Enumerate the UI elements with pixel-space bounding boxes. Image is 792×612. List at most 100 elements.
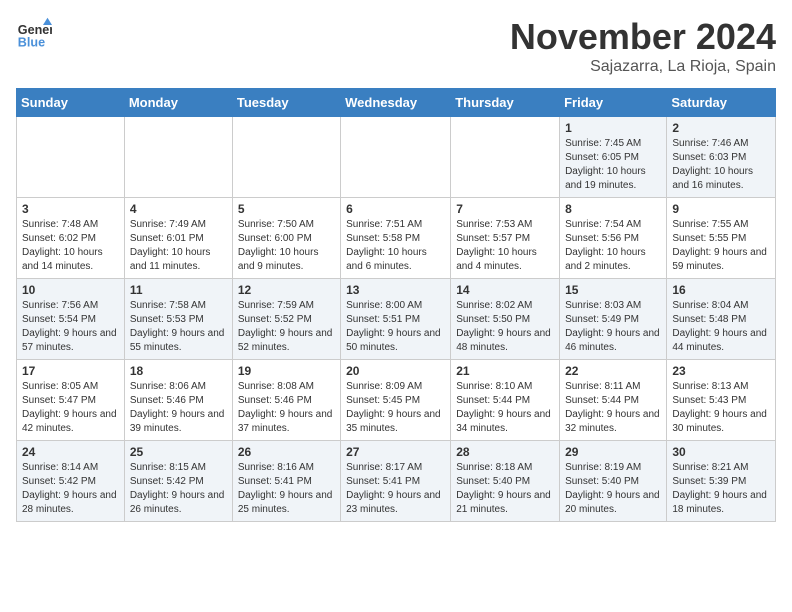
day-info: Sunrise: 8:11 AM Sunset: 5:44 PM Dayligh… — [565, 380, 661, 436]
day-info: Sunrise: 8:09 AM Sunset: 5:45 PM Dayligh… — [346, 380, 445, 436]
calendar-empty-cell — [341, 117, 451, 198]
day-number: 1 — [565, 121, 661, 135]
header: General Blue November 2024 Sajazarra, La… — [16, 16, 776, 76]
day-info: Sunrise: 8:16 AM Sunset: 5:41 PM Dayligh… — [238, 461, 335, 517]
location-title: Sajazarra, La Rioja, Spain — [510, 58, 776, 76]
day-number: 17 — [22, 364, 119, 378]
calendar-day-3: 3 Sunrise: 7:48 AM Sunset: 6:02 PM Daylig… — [17, 198, 125, 279]
day-info: Sunrise: 7:55 AM Sunset: 5:55 PM Dayligh… — [672, 218, 770, 274]
calendar-day-2: 2 Sunrise: 7:46 AM Sunset: 6:03 PM Daylig… — [667, 117, 776, 198]
day-info: Sunrise: 7:50 AM Sunset: 6:00 PM Dayligh… — [238, 218, 335, 274]
calendar-empty-cell — [17, 117, 125, 198]
day-number: 23 — [672, 364, 770, 378]
day-info: Sunrise: 7:49 AM Sunset: 6:01 PM Dayligh… — [130, 218, 227, 274]
calendar-day-11: 11 Sunrise: 7:58 AM Sunset: 5:53 PM Dayli… — [124, 279, 232, 360]
calendar-day-21: 21 Sunrise: 8:10 AM Sunset: 5:44 PM Dayli… — [451, 360, 560, 441]
day-number: 22 — [565, 364, 661, 378]
day-number: 26 — [238, 445, 335, 459]
day-number: 24 — [22, 445, 119, 459]
calendar-day-7: 7 Sunrise: 7:53 AM Sunset: 5:57 PM Daylig… — [451, 198, 560, 279]
day-info: Sunrise: 7:46 AM Sunset: 6:03 PM Dayligh… — [672, 137, 770, 193]
calendar-day-18: 18Sunrise: 8:06 AM Sunset: 5:46 PM Dayli… — [124, 360, 232, 441]
day-info: Sunrise: 8:06 AM Sunset: 5:46 PM Dayligh… — [130, 380, 227, 436]
day-info: Sunrise: 7:54 AM Sunset: 5:56 PM Dayligh… — [565, 218, 661, 274]
calendar-day-15: 15Sunrise: 8:03 AM Sunset: 5:49 PM Dayli… — [560, 279, 667, 360]
calendar-day-24: 24 Sunrise: 8:14 AM Sunset: 5:42 PM Dayli… — [17, 441, 125, 522]
calendar-header-tuesday: Tuesday — [232, 89, 340, 117]
calendar-week-row: 3 Sunrise: 7:48 AM Sunset: 6:02 PM Daylig… — [17, 198, 776, 279]
calendar-day-5: 5 Sunrise: 7:50 AM Sunset: 6:00 PM Daylig… — [232, 198, 340, 279]
day-number: 20 — [346, 364, 445, 378]
calendar-header-thursday: Thursday — [451, 89, 560, 117]
day-number: 6 — [346, 202, 445, 216]
calendar-header-monday: Monday — [124, 89, 232, 117]
calendar-table: SundayMondayTuesdayWednesdayThursdayFrid… — [16, 88, 776, 522]
day-number: 11 — [130, 283, 227, 297]
day-info: Sunrise: 7:56 AM Sunset: 5:54 PM Dayligh… — [22, 299, 119, 355]
logo-icon: General Blue — [16, 16, 52, 52]
day-info: Sunrise: 8:15 AM Sunset: 5:42 PM Dayligh… — [130, 461, 227, 517]
day-number: 30 — [672, 445, 770, 459]
calendar-day-17: 17 Sunrise: 8:05 AM Sunset: 5:47 PM Dayli… — [17, 360, 125, 441]
day-info: Sunrise: 8:21 AM Sunset: 5:39 PM Dayligh… — [672, 461, 770, 517]
day-number: 25 — [130, 445, 227, 459]
month-title: November 2024 — [510, 16, 776, 58]
calendar-day-13: 13 Sunrise: 8:00 AM Sunset: 5:51 PM Dayli… — [341, 279, 451, 360]
day-info: Sunrise: 7:45 AM Sunset: 6:05 PM Dayligh… — [565, 137, 661, 193]
day-info: Sunrise: 8:10 AM Sunset: 5:44 PM Dayligh… — [456, 380, 554, 436]
day-number: 3 — [22, 202, 119, 216]
day-number: 8 — [565, 202, 661, 216]
calendar-empty-cell — [451, 117, 560, 198]
calendar-day-28: 28Sunrise: 8:18 AM Sunset: 5:40 PM Dayli… — [451, 441, 560, 522]
day-number: 12 — [238, 283, 335, 297]
calendar-day-30: 30 Sunrise: 8:21 AM Sunset: 5:39 PM Dayli… — [667, 441, 776, 522]
calendar-header-row: SundayMondayTuesdayWednesdayThursdayFrid… — [17, 89, 776, 117]
day-number: 27 — [346, 445, 445, 459]
day-number: 5 — [238, 202, 335, 216]
calendar-header-wednesday: Wednesday — [341, 89, 451, 117]
day-info: Sunrise: 8:04 AM Sunset: 5:48 PM Dayligh… — [672, 299, 770, 355]
calendar-day-10: 10 Sunrise: 7:56 AM Sunset: 5:54 PM Dayli… — [17, 279, 125, 360]
calendar-day-6: 6 Sunrise: 7:51 AM Sunset: 5:58 PM Daylig… — [341, 198, 451, 279]
day-number: 2 — [672, 121, 770, 135]
day-info: Sunrise: 8:13 AM Sunset: 5:43 PM Dayligh… — [672, 380, 770, 436]
calendar-day-14: 14 Sunrise: 8:02 AM Sunset: 5:50 PM Dayli… — [451, 279, 560, 360]
calendar-day-22: 22 Sunrise: 8:11 AM Sunset: 5:44 PM Dayli… — [560, 360, 667, 441]
calendar-week-row: 24 Sunrise: 8:14 AM Sunset: 5:42 PM Dayli… — [17, 441, 776, 522]
day-number: 28 — [456, 445, 554, 459]
calendar-day-20: 20 Sunrise: 8:09 AM Sunset: 5:45 PM Dayli… — [341, 360, 451, 441]
calendar-day-9: 9Sunrise: 7:55 AM Sunset: 5:55 PM Daylig… — [667, 198, 776, 279]
day-info: Sunrise: 7:53 AM Sunset: 5:57 PM Dayligh… — [456, 218, 554, 274]
day-info: Sunrise: 8:19 AM Sunset: 5:40 PM Dayligh… — [565, 461, 661, 517]
day-number: 14 — [456, 283, 554, 297]
day-number: 10 — [22, 283, 119, 297]
day-number: 16 — [672, 283, 770, 297]
day-number: 4 — [130, 202, 227, 216]
day-info: Sunrise: 7:58 AM Sunset: 5:53 PM Dayligh… — [130, 299, 227, 355]
calendar-day-1: 1 Sunrise: 7:45 AM Sunset: 6:05 PM Daylig… — [560, 117, 667, 198]
day-number: 13 — [346, 283, 445, 297]
calendar-day-25: 25 Sunrise: 8:15 AM Sunset: 5:42 PM Dayli… — [124, 441, 232, 522]
calendar-day-8: 8 Sunrise: 7:54 AM Sunset: 5:56 PM Daylig… — [560, 198, 667, 279]
calendar-week-row: 1 Sunrise: 7:45 AM Sunset: 6:05 PM Daylig… — [17, 117, 776, 198]
day-info: Sunrise: 8:14 AM Sunset: 5:42 PM Dayligh… — [22, 461, 119, 517]
day-info: Sunrise: 7:48 AM Sunset: 6:02 PM Dayligh… — [22, 218, 119, 274]
day-info: Sunrise: 8:03 AM Sunset: 5:49 PM Dayligh… — [565, 299, 661, 355]
day-info: Sunrise: 8:17 AM Sunset: 5:41 PM Dayligh… — [346, 461, 445, 517]
day-number: 21 — [456, 364, 554, 378]
calendar-day-23: 23 Sunrise: 8:13 AM Sunset: 5:43 PM Dayli… — [667, 360, 776, 441]
calendar-empty-cell — [232, 117, 340, 198]
day-number: 7 — [456, 202, 554, 216]
day-info: Sunrise: 8:08 AM Sunset: 5:46 PM Dayligh… — [238, 380, 335, 436]
calendar-day-4: 4 Sunrise: 7:49 AM Sunset: 6:01 PM Daylig… — [124, 198, 232, 279]
calendar-empty-cell — [124, 117, 232, 198]
day-info: Sunrise: 7:59 AM Sunset: 5:52 PM Dayligh… — [238, 299, 335, 355]
calendar-week-row: 17 Sunrise: 8:05 AM Sunset: 5:47 PM Dayli… — [17, 360, 776, 441]
calendar-day-19: 19 Sunrise: 8:08 AM Sunset: 5:46 PM Dayli… — [232, 360, 340, 441]
day-info: Sunrise: 7:51 AM Sunset: 5:58 PM Dayligh… — [346, 218, 445, 274]
day-number: 19 — [238, 364, 335, 378]
calendar-day-26: 26 Sunrise: 8:16 AM Sunset: 5:41 PM Dayli… — [232, 441, 340, 522]
day-info: Sunrise: 8:00 AM Sunset: 5:51 PM Dayligh… — [346, 299, 445, 355]
day-info: Sunrise: 8:05 AM Sunset: 5:47 PM Dayligh… — [22, 380, 119, 436]
day-info: Sunrise: 8:02 AM Sunset: 5:50 PM Dayligh… — [456, 299, 554, 355]
